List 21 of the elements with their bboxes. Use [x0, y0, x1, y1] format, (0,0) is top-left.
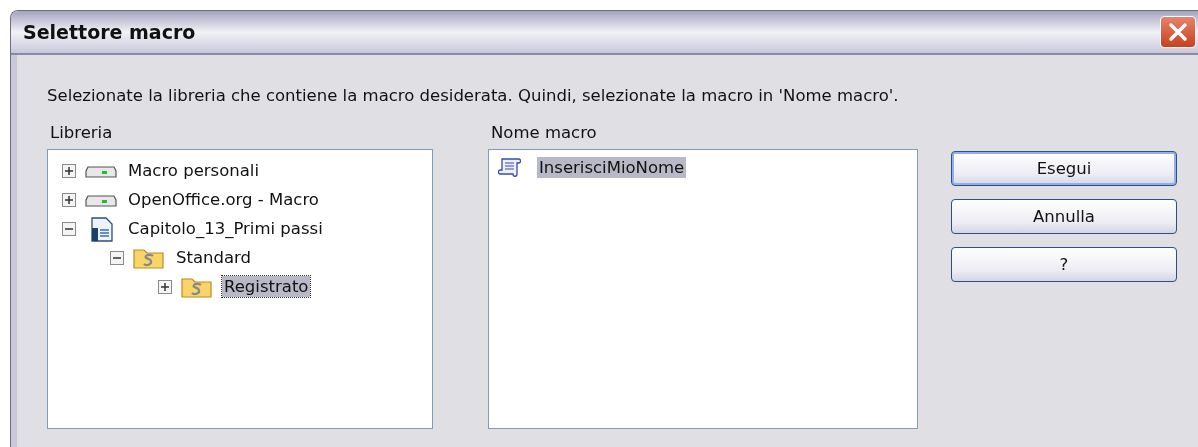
collapse-icon[interactable] [62, 221, 76, 236]
tree-item[interactable]: Standard [174, 247, 254, 268]
expand-icon[interactable] [158, 279, 172, 294]
macro-item[interactable]: InserisciMioNome [537, 156, 687, 178]
expand-icon[interactable] [62, 163, 76, 178]
tree-item[interactable]: Registrato [222, 276, 311, 297]
tree-item[interactable]: Macro personali [126, 160, 262, 181]
library-label: Libreria [50, 123, 114, 142]
close-button[interactable] [1160, 16, 1196, 48]
instruction-text: Selezionate la libreria che contiene la macro desiderata. Quindi, selezionate la macro in 'Nome macro'. [47, 85, 900, 107]
dialog-button[interactable]: Esegui [951, 151, 1177, 186]
dialog-button[interactable]: ? [951, 247, 1177, 282]
tree-item[interactable]: Capitolo_13_Primi passi [126, 218, 325, 239]
tree-item[interactable]: OpenOffice.org - Macro [126, 189, 321, 210]
script-scroll-icon [497, 156, 523, 178]
window-title: Selettore macro [23, 21, 196, 43]
dialog-button[interactable]: Annulla [951, 199, 1177, 234]
collapse-icon[interactable] [110, 250, 124, 265]
macro-name-label: Nome macro [491, 123, 598, 142]
close-icon [1167, 21, 1189, 43]
expand-icon[interactable] [62, 192, 76, 207]
